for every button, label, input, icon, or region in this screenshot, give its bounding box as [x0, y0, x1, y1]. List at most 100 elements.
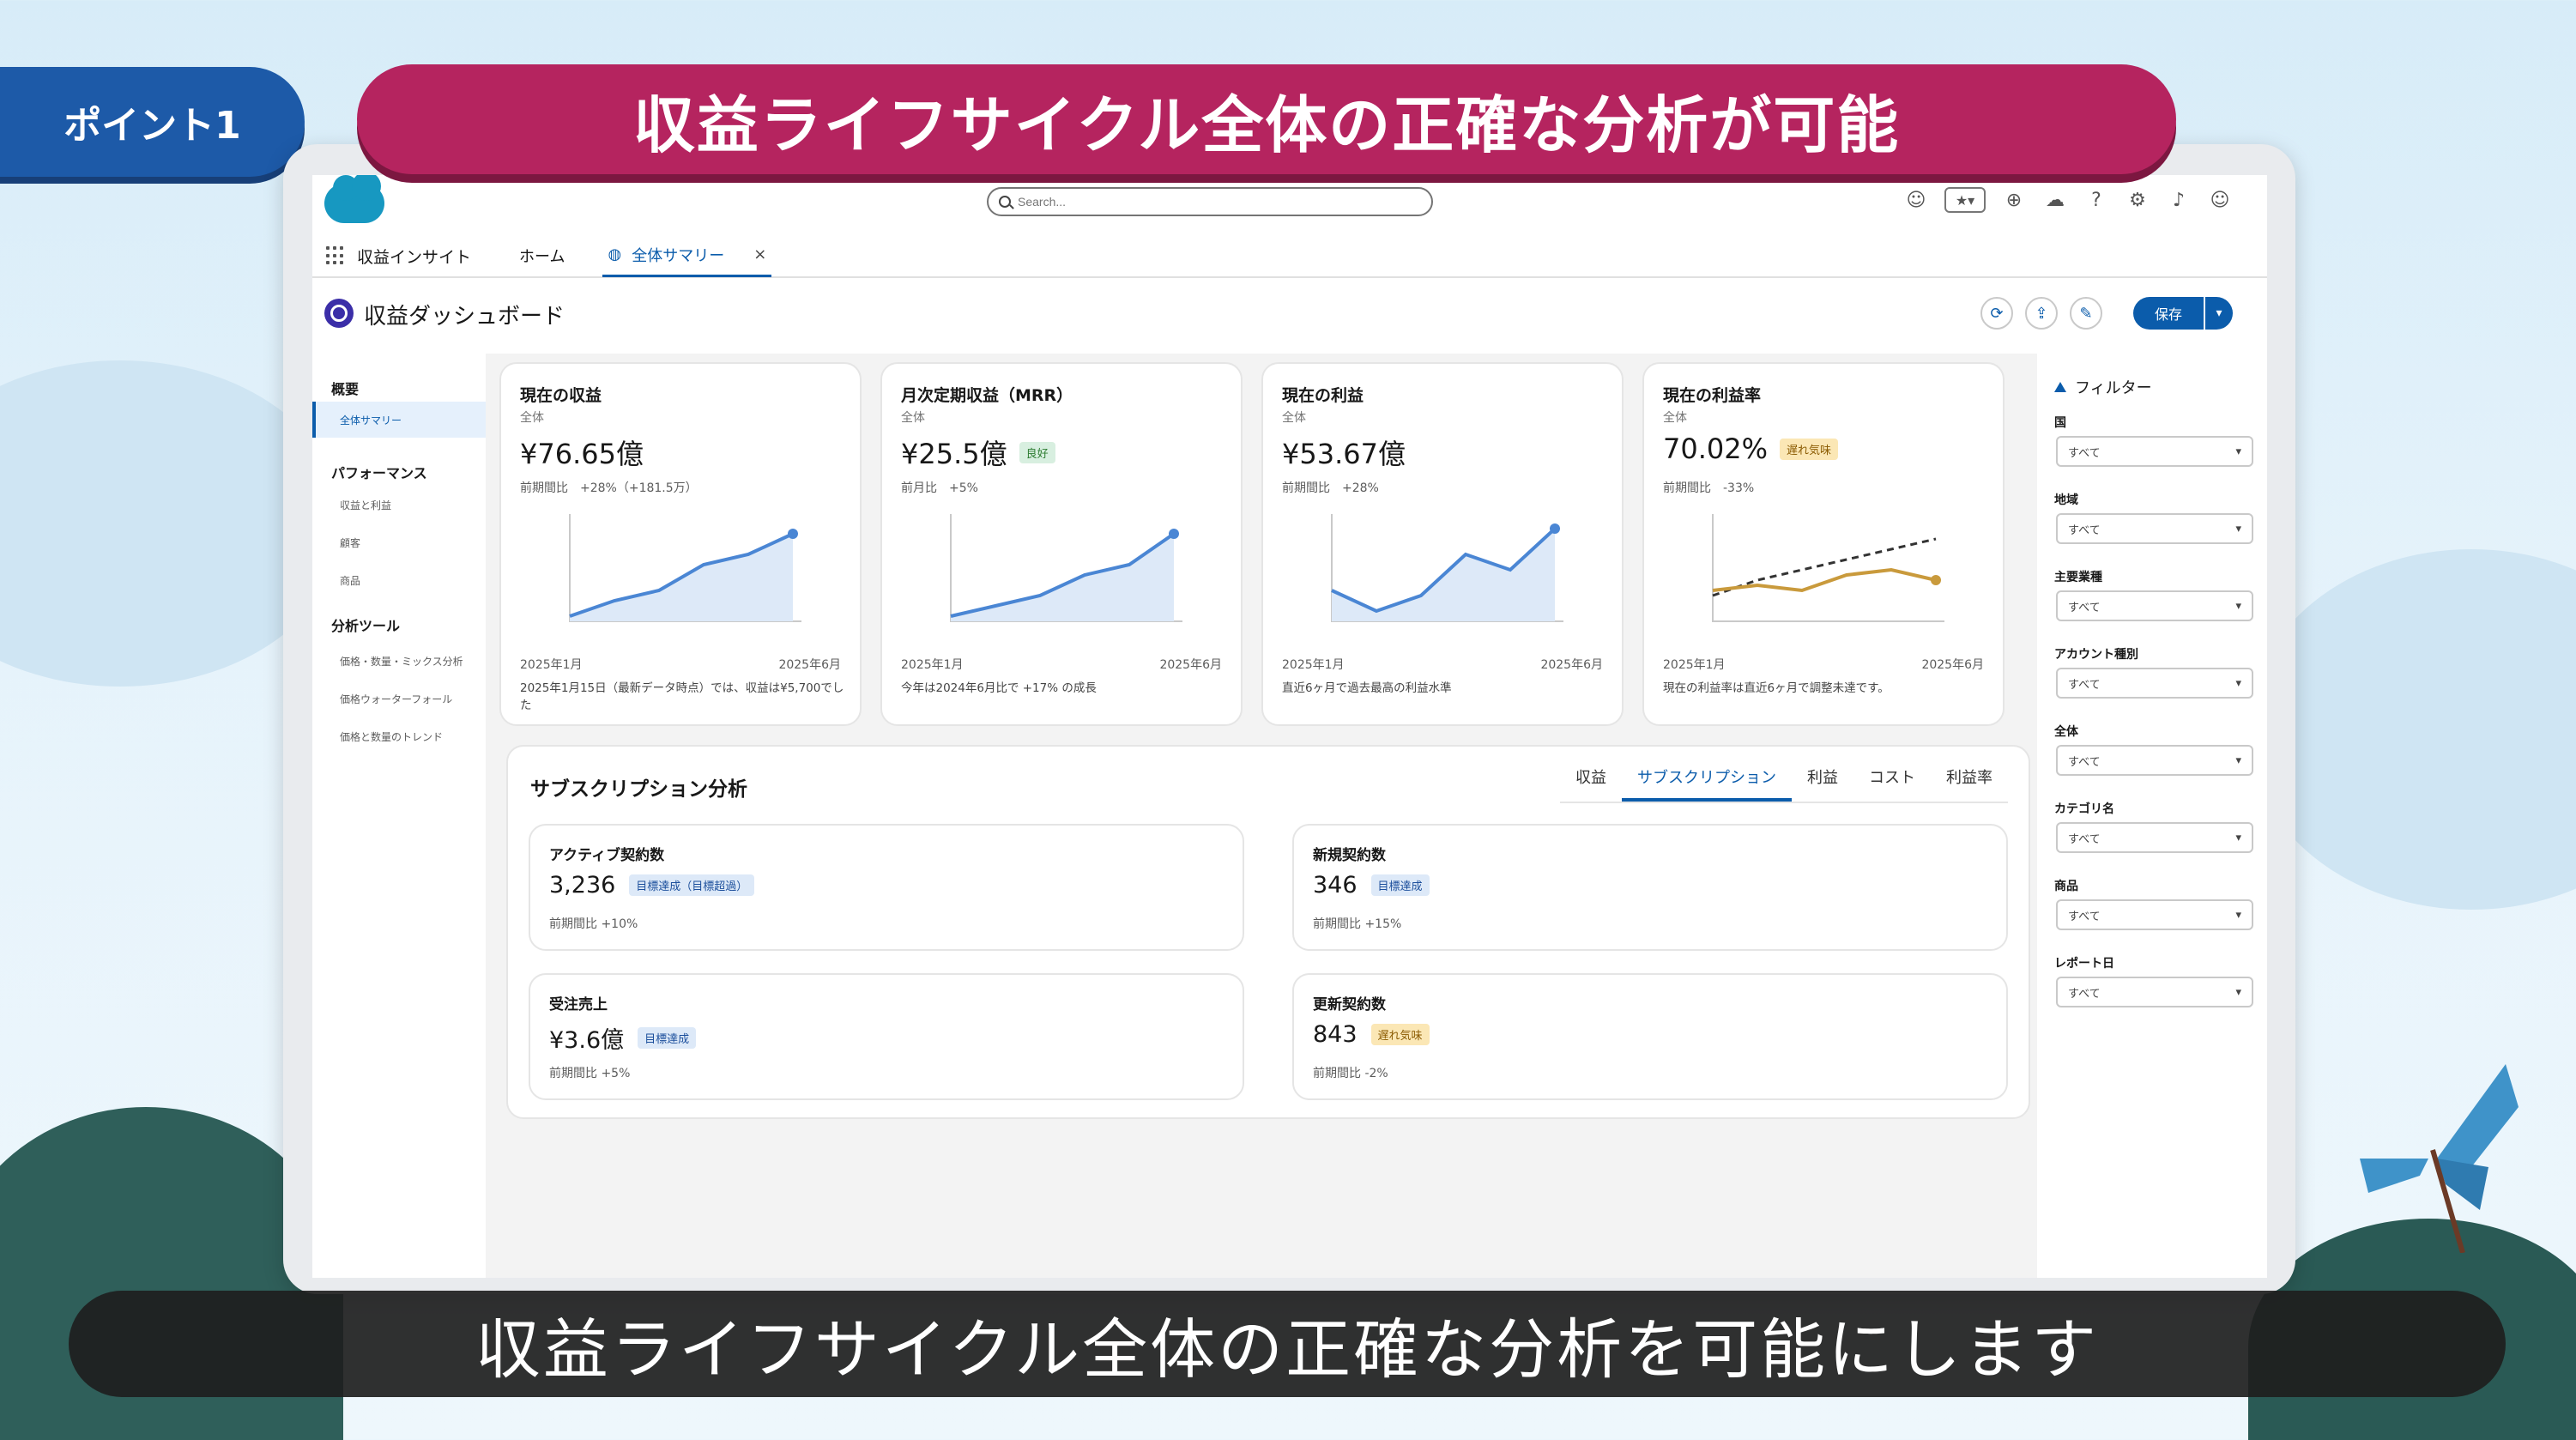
metric-value: 843 [1313, 1021, 1358, 1048]
metric-title: 更新契約数 [1313, 996, 1386, 1013]
trailhead-icon[interactable]: ☁ [2042, 187, 2068, 213]
point-badge-label: ポイント1 [63, 104, 241, 148]
trend-end-point [1169, 529, 1179, 539]
chevron-down-icon[interactable]: ▾ [2204, 297, 2233, 330]
kpi-card-current-profit: 現在の利益 全体 ¥53.67億 前期間比 +28% 2025年1月 2025年6月 直近6… [1261, 362, 1624, 726]
kpi-value-row: ¥53.67億 [1282, 433, 1406, 472]
filter-dropdown[interactable]: すべて ▾ [2056, 436, 2253, 467]
status-badge: 遅れ気味 [1370, 1024, 1430, 1045]
edit-button[interactable]: ✎ [2070, 297, 2102, 330]
tab-cost[interactable]: コスト [1853, 765, 1931, 802]
app-name: 収益インサイト [357, 247, 472, 267]
share-button[interactable]: ⇪ [2025, 297, 2058, 330]
kpi-card-current-margin: 現在の利益率 全体 70.02% 遅れ気味 前期間比 -33% 2025年1月 2025年6… [1642, 362, 2005, 726]
sidebar-item-price-volume-mix[interactable]: 価格・数量・ミックス分析 [340, 654, 463, 669]
favorites-icon[interactable]: ★▾ [1944, 187, 1986, 213]
caption-bar: 収益ライフサイクル全体の正確な分析を可能にします [69, 1291, 2506, 1397]
tab-revenue[interactable]: 収益 [1560, 765, 1622, 802]
metric-card-renewal-contracts: 更新契約数 843 遅れ気味 前期間比 -2% [1292, 973, 2008, 1100]
kpi-insight-note: 2025年1月15日（最新データ時点）では、収益は¥5,700でした [520, 681, 844, 713]
help-icon[interactable]: ? [2083, 187, 2109, 213]
metric-card-bookings: 受注売上 ¥3.6億 目標達成 前期間比 +5% [529, 973, 1244, 1100]
header-utility-icons: ☺ ★▾ ⊕ ☁ ? ⚙ ♪ ☺ [1903, 187, 2233, 213]
status-badge: 目標達成 [638, 1027, 697, 1049]
filter-label: 国 [2054, 416, 2066, 430]
kpi-trend-chart [1712, 514, 1944, 622]
tab-margin[interactable]: 利益率 [1931, 765, 2008, 802]
chevron-down-icon: ▾ [2235, 522, 2241, 535]
add-icon[interactable]: ⊕ [2001, 187, 2027, 213]
avatar[interactable]: ☺ [2207, 187, 2233, 213]
filter-value: すべて [2068, 446, 2101, 460]
sidebar-item-revenue-profit[interactable]: 収益と利益 [340, 498, 391, 512]
kpi-trend-chart [1331, 514, 1563, 622]
search-input[interactable] [1018, 195, 1395, 209]
filter-dropdown[interactable]: すべて ▾ [2056, 822, 2253, 853]
kpi-insight-note: 現在の利益率は直近6ヶ月で調整未達です。 [1663, 681, 1890, 695]
app-launcher-icon[interactable] [326, 246, 345, 265]
kpi-trend-chart [950, 514, 1182, 622]
left-sidebar: 概要 全体サマリー パフォーマンス 収益と利益 顧客 商品 分析ツール 価格・数… [312, 354, 486, 1278]
tab-overall-summary[interactable]: ◍ 全体サマリー × [602, 234, 772, 277]
notification-bell-icon[interactable]: ♪ [2166, 187, 2192, 213]
sidebar-item-price-volume-trend[interactable]: 価格と数量のトレンド [340, 729, 443, 744]
filter-dropdown[interactable]: すべて ▾ [2056, 668, 2253, 699]
metric-card-active-contracts: アクティブ契約数 3,236 目標達成（目標超過） 前期間比 +10% [529, 824, 1244, 951]
salesforce-logo[interactable] [324, 175, 384, 223]
chevron-down-icon: ▾ [2235, 908, 2241, 922]
tab-subscription[interactable]: サブスクリプション [1622, 765, 1792, 802]
sidebar-item-customers[interactable]: 顧客 [340, 535, 360, 550]
background-cloud [2248, 549, 2576, 910]
nav-item-home[interactable]: ホーム [519, 245, 565, 267]
kpi-scope: 全体 [901, 411, 925, 425]
filter-label: 商品 [2054, 880, 2078, 893]
collapse-icon [2054, 382, 2066, 392]
kpi-value: ¥53.67億 [1282, 438, 1406, 470]
x-axis-end-label: 2025年6月 [778, 658, 841, 672]
filter-dropdown[interactable]: すべて ▾ [2056, 899, 2253, 930]
edit-icon: ✎ [2079, 304, 2093, 323]
metric-value: 346 [1313, 872, 1358, 898]
filter-value: すべて [2068, 678, 2101, 692]
metric-change: 前期間比 +5% [549, 1067, 631, 1080]
agent-icon[interactable]: ☺ [1903, 187, 1929, 213]
filter-dropdown[interactable]: すべて ▾ [2056, 513, 2253, 544]
kpi-change: 前期間比 -33% [1663, 481, 1755, 495]
status-badge: 遅れ気味 [1780, 438, 1839, 460]
kpi-scope: 全体 [520, 411, 544, 425]
trend-end-point [788, 529, 798, 539]
save-button[interactable]: 保存 ▾ [2133, 297, 2233, 330]
tab-profit[interactable]: 利益 [1792, 765, 1853, 802]
kpi-title: 月次定期収益（MRR） [901, 386, 1073, 405]
filter-value: すべて [2068, 987, 2101, 1001]
filter-panel: フィルター 国すべて ▾ 地域 すべて ▾ 主要業種 すべて ▾ アカウント種別 すべて ▾ 全体 すべ… [2037, 354, 2267, 1278]
filter-header[interactable]: フィルター [2054, 376, 2152, 398]
sidebar-item-overall-summary[interactable]: 全体サマリー [312, 402, 486, 438]
global-search[interactable] [987, 187, 1433, 216]
sidebar-section-overview: 概要 [331, 381, 360, 397]
global-header: ☺ ★▾ ⊕ ☁ ? ⚙ ♪ ☺ [312, 175, 2267, 235]
app-screen: ☺ ★▾ ⊕ ☁ ? ⚙ ♪ ☺ 収益インサイト ホーム ◍ 全体サマリー × … [312, 175, 2267, 1278]
kpi-value: 70.02% [1663, 433, 1769, 465]
sidebar-item-price-waterfall[interactable]: 価格ウォーターフォール [340, 692, 452, 706]
x-axis-start-label: 2025年1月 [1663, 658, 1726, 672]
sidebar-item-products[interactable]: 商品 [340, 573, 360, 588]
filter-dropdown[interactable]: すべて ▾ [2056, 977, 2253, 1007]
kpi-change: 前月比 +5% [901, 481, 978, 495]
filter-dropdown[interactable]: すべて ▾ [2056, 745, 2253, 776]
page-header: 収益ダッシュボード ⟳ ⇪ ✎ 保存 ▾ [312, 278, 2267, 354]
filter-dropdown[interactable]: すべて ▾ [2056, 590, 2253, 621]
chevron-down-icon: ▾ [2235, 599, 2241, 613]
search-icon [999, 196, 1011, 208]
gear-icon[interactable]: ⚙ [2125, 187, 2150, 213]
kpi-title: 現在の利益 [1282, 386, 1364, 405]
kpi-change: 前期間比 +28%（+181.5万） [520, 481, 698, 495]
chevron-down-icon: ▾ [2235, 985, 2241, 999]
x-axis-end-label: 2025年6月 [1921, 658, 1984, 672]
filter-value: すべて [2068, 832, 2101, 846]
title-banner: 収益ライフサイクル全体の正確な分析が可能 [357, 64, 2176, 174]
metric-title: 新規契約数 [1313, 847, 1386, 864]
x-axis-start-label: 2025年1月 [1282, 658, 1345, 672]
refresh-button[interactable]: ⟳ [1980, 297, 2013, 330]
close-icon[interactable]: × [753, 245, 766, 263]
